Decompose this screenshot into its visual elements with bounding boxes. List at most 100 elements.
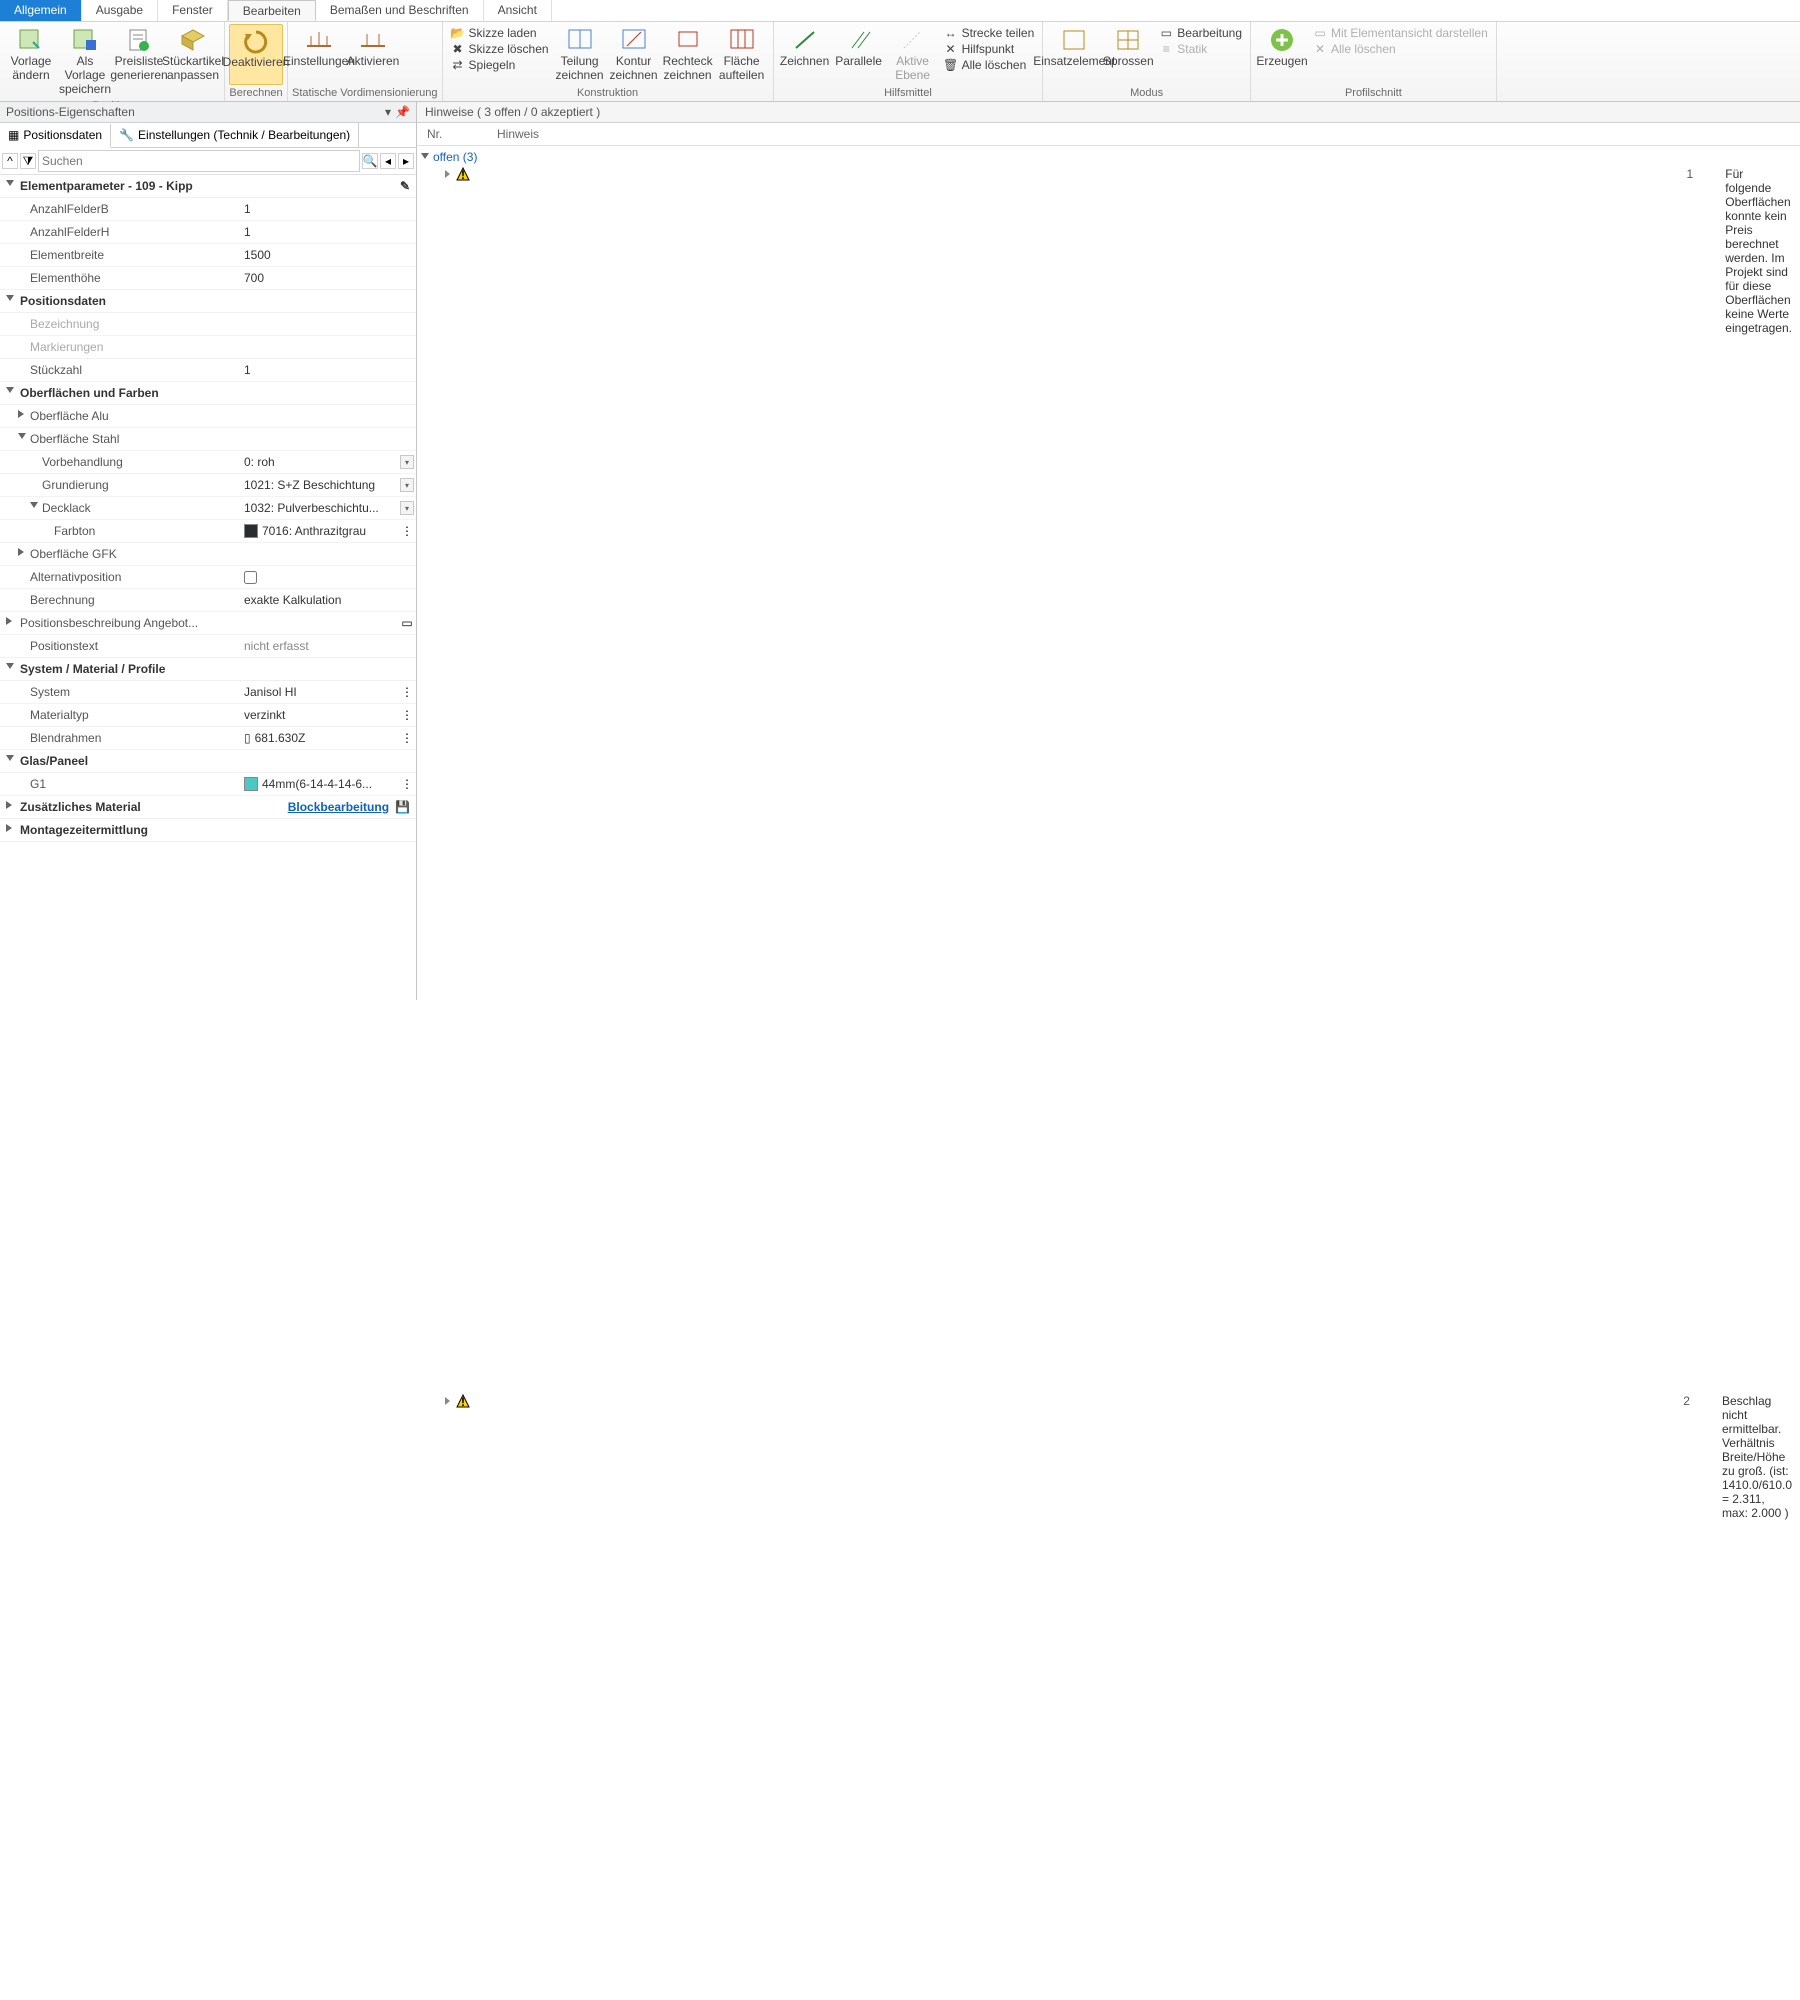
section-positionsdaten[interactable]: Positionsdaten xyxy=(0,290,416,313)
filter-button[interactable]: ⧩ xyxy=(20,153,36,169)
search-input[interactable] xyxy=(38,150,360,172)
tab-ausgabe[interactable]: Ausgabe xyxy=(82,0,158,21)
expand-icon[interactable] xyxy=(445,170,450,178)
value-bezeichnung[interactable] xyxy=(240,313,416,335)
preisliste-generieren-button[interactable]: Preisliste generieren xyxy=(112,24,166,98)
expand-icon[interactable] xyxy=(445,1397,450,1405)
collapse-button[interactable]: ^ xyxy=(2,153,18,169)
stueckartikel-anpassen-button[interactable]: Stückartikel anpassen xyxy=(166,24,220,98)
dropdown-icon[interactable] xyxy=(400,478,414,492)
skizze-loeschen-button[interactable]: ✖Skizze löschen xyxy=(451,42,549,56)
value-alternativposition[interactable] xyxy=(240,566,416,588)
panel-pin-icon[interactable]: ▾📌 xyxy=(385,105,410,119)
value-elementbreite[interactable]: 1500 xyxy=(240,244,416,266)
more-icon[interactable]: ▭ xyxy=(401,616,412,630)
section-zusaetzliches[interactable]: Zusätzliches MaterialBlockbearbeitung💾 xyxy=(0,796,416,819)
parallele-button[interactable]: Parallele xyxy=(832,24,886,85)
label-oberflaeche-stahl[interactable]: Oberfläche Stahl xyxy=(0,428,240,450)
edit-icon[interactable]: ✎ xyxy=(400,179,410,193)
value-grundierung[interactable]: 1021: S+Z Beschichtung xyxy=(240,474,398,496)
label-oberflaeche-alu[interactable]: Oberfläche Alu xyxy=(0,405,240,427)
section-oberflaechen[interactable]: Oberflächen und Farben xyxy=(0,382,416,405)
als-vorlage-speichern-button[interactable]: Als Vorlage speichern xyxy=(58,24,112,98)
sprossen-button[interactable]: Sprossen xyxy=(1101,24,1155,85)
statik-button[interactable]: ≡Statik xyxy=(1159,42,1242,56)
hints-header: Nr. Hinweis xyxy=(417,123,1800,146)
hints-col-nr: Nr. xyxy=(417,123,487,145)
tab-ansicht[interactable]: Ansicht xyxy=(484,0,552,21)
tab-fenster[interactable]: Fenster xyxy=(158,0,228,21)
bearbeitung-button[interactable]: ▭Bearbeitung xyxy=(1159,26,1242,40)
value-blendrahmen[interactable]: ▯681.630Z xyxy=(240,727,398,749)
strecke-teilen-button[interactable]: ↔Strecke teilen xyxy=(944,26,1035,40)
teilung-zeichnen-button[interactable]: Teilung zeichnen xyxy=(553,24,607,85)
spiegeln-button[interactable]: ⇄Spiegeln xyxy=(451,58,549,72)
value-g1[interactable]: 44mm(6-14-4-14-6... xyxy=(240,773,398,795)
value-anzahlfelderb[interactable]: 1 xyxy=(240,198,416,220)
label-berechnung: Berechnung xyxy=(0,589,240,611)
dropdown-icon[interactable] xyxy=(400,501,414,515)
more-icon[interactable]: ⋮ xyxy=(401,708,413,722)
ribbon-tab-bar: Allgemein Ausgabe Fenster Bearbeiten Bem… xyxy=(0,0,1800,22)
value-anzahlfelderh[interactable]: 1 xyxy=(240,221,416,243)
label-oberflaeche-gfk[interactable]: Oberfläche GFK xyxy=(0,543,240,565)
value-vorbehandlung[interactable]: 0: roh xyxy=(240,451,398,473)
tab-bearbeiten[interactable]: Bearbeiten xyxy=(228,0,316,21)
aktive-ebene-button[interactable]: Aktive Ebene xyxy=(886,24,940,85)
section-montage[interactable]: Montagezeitermittlung xyxy=(0,819,416,842)
flaeche-aufteilen-button[interactable]: Fläche aufteilen xyxy=(715,24,769,85)
dropdown-icon[interactable] xyxy=(400,455,414,469)
more-icon[interactable]: ⋮ xyxy=(401,731,413,745)
einstellungen-button[interactable]: Einstellungen xyxy=(292,24,346,85)
panel-tab-positionsdaten[interactable]: ▦Positionsdaten xyxy=(0,124,111,148)
alle-loeschen-hilfsmittel-button[interactable]: 🗑Alle löschen xyxy=(944,58,1035,72)
kontur-zeichnen-button[interactable]: Kontur zeichnen xyxy=(607,24,661,85)
value-stueckzahl[interactable]: 1 xyxy=(240,359,416,381)
panel-tab-einstellungen[interactable]: 🔧Einstellungen (Technik / Bearbeitungen) xyxy=(111,123,359,147)
split-line-icon: ↔ xyxy=(944,26,958,40)
value-markierungen[interactable] xyxy=(240,336,416,358)
tab-bemassen[interactable]: Bemaßen und Beschriften xyxy=(316,0,484,21)
save-icon[interactable]: 💾 xyxy=(395,800,410,814)
einsatzelement-button[interactable]: Einsatzelement xyxy=(1047,24,1101,85)
hint-row[interactable]: ! 1 Für folgende Oberflächen konnte kein… xyxy=(425,166,1792,1393)
section-glas[interactable]: Glas/Paneel xyxy=(0,750,416,773)
statik-icon: ≡ xyxy=(1159,42,1173,56)
deaktivieren-button[interactable]: Deaktivieren xyxy=(229,24,283,85)
mit-elementansicht-button[interactable]: ▭Mit Elementansicht darstellen xyxy=(1313,26,1488,40)
alle-loeschen-profil-button[interactable]: ✕Alle löschen xyxy=(1313,42,1488,56)
tab-allgemein[interactable]: Allgemein xyxy=(0,0,82,21)
more-icon[interactable]: ⋮ xyxy=(401,685,413,699)
delete-all-icon: ✕ xyxy=(1313,42,1327,56)
value-berechnung[interactable]: exakte Kalkulation xyxy=(240,589,416,611)
blockbearbeitung-link[interactable]: Blockbearbeitung xyxy=(288,800,389,814)
zeichnen-button[interactable]: Zeichnen xyxy=(778,24,832,85)
value-elementhoehe[interactable]: 700 xyxy=(240,267,416,289)
value-decklack[interactable]: 1032: Pulverbeschichtu... xyxy=(240,497,398,519)
value-system[interactable]: Janisol HI xyxy=(240,681,398,703)
label-g1: G1 xyxy=(0,773,240,795)
value-farbton[interactable]: 7016: Anthrazitgrau xyxy=(240,520,398,542)
section-elementparameter[interactable]: Elementparameter - 109 - Kipp✎ xyxy=(0,175,416,198)
value-positionstext[interactable]: nicht erfasst xyxy=(240,635,416,657)
alternativposition-checkbox[interactable] xyxy=(244,571,257,584)
hilfspunkt-button[interactable]: ✕Hilfspunkt xyxy=(944,42,1035,56)
vorlage-aendern-button[interactable]: Vorlage ändern xyxy=(4,24,58,98)
label-positionsbeschreibung[interactable]: Positionsbeschreibung Angebot... xyxy=(0,612,240,634)
contour-draw-icon xyxy=(619,26,649,54)
nav-right-button[interactable]: ▸ xyxy=(398,153,414,169)
nav-left-button[interactable]: ◂ xyxy=(380,153,396,169)
hints-group-offen[interactable]: offen (3) xyxy=(425,148,1792,166)
aktivieren-button[interactable]: Aktivieren xyxy=(346,24,400,85)
more-icon[interactable]: ⋮ xyxy=(401,524,413,538)
rechteck-zeichnen-button[interactable]: Rechteck zeichnen xyxy=(661,24,715,85)
erzeugen-button[interactable]: Erzeugen xyxy=(1255,24,1309,85)
more-icon[interactable]: ⋮ xyxy=(401,777,413,791)
skizze-laden-button[interactable]: 📂Skizze laden xyxy=(451,26,549,40)
value-materialtyp[interactable]: verzinkt xyxy=(240,704,398,726)
label-decklack[interactable]: Decklack xyxy=(0,497,240,519)
create-icon xyxy=(1267,26,1297,54)
hint-row[interactable]: ! 2 Beschlag nicht ermittelbar. Verhältn… xyxy=(425,1393,1792,2000)
section-system[interactable]: System / Material / Profile xyxy=(0,658,416,681)
search-button[interactable]: 🔍 xyxy=(362,153,378,169)
